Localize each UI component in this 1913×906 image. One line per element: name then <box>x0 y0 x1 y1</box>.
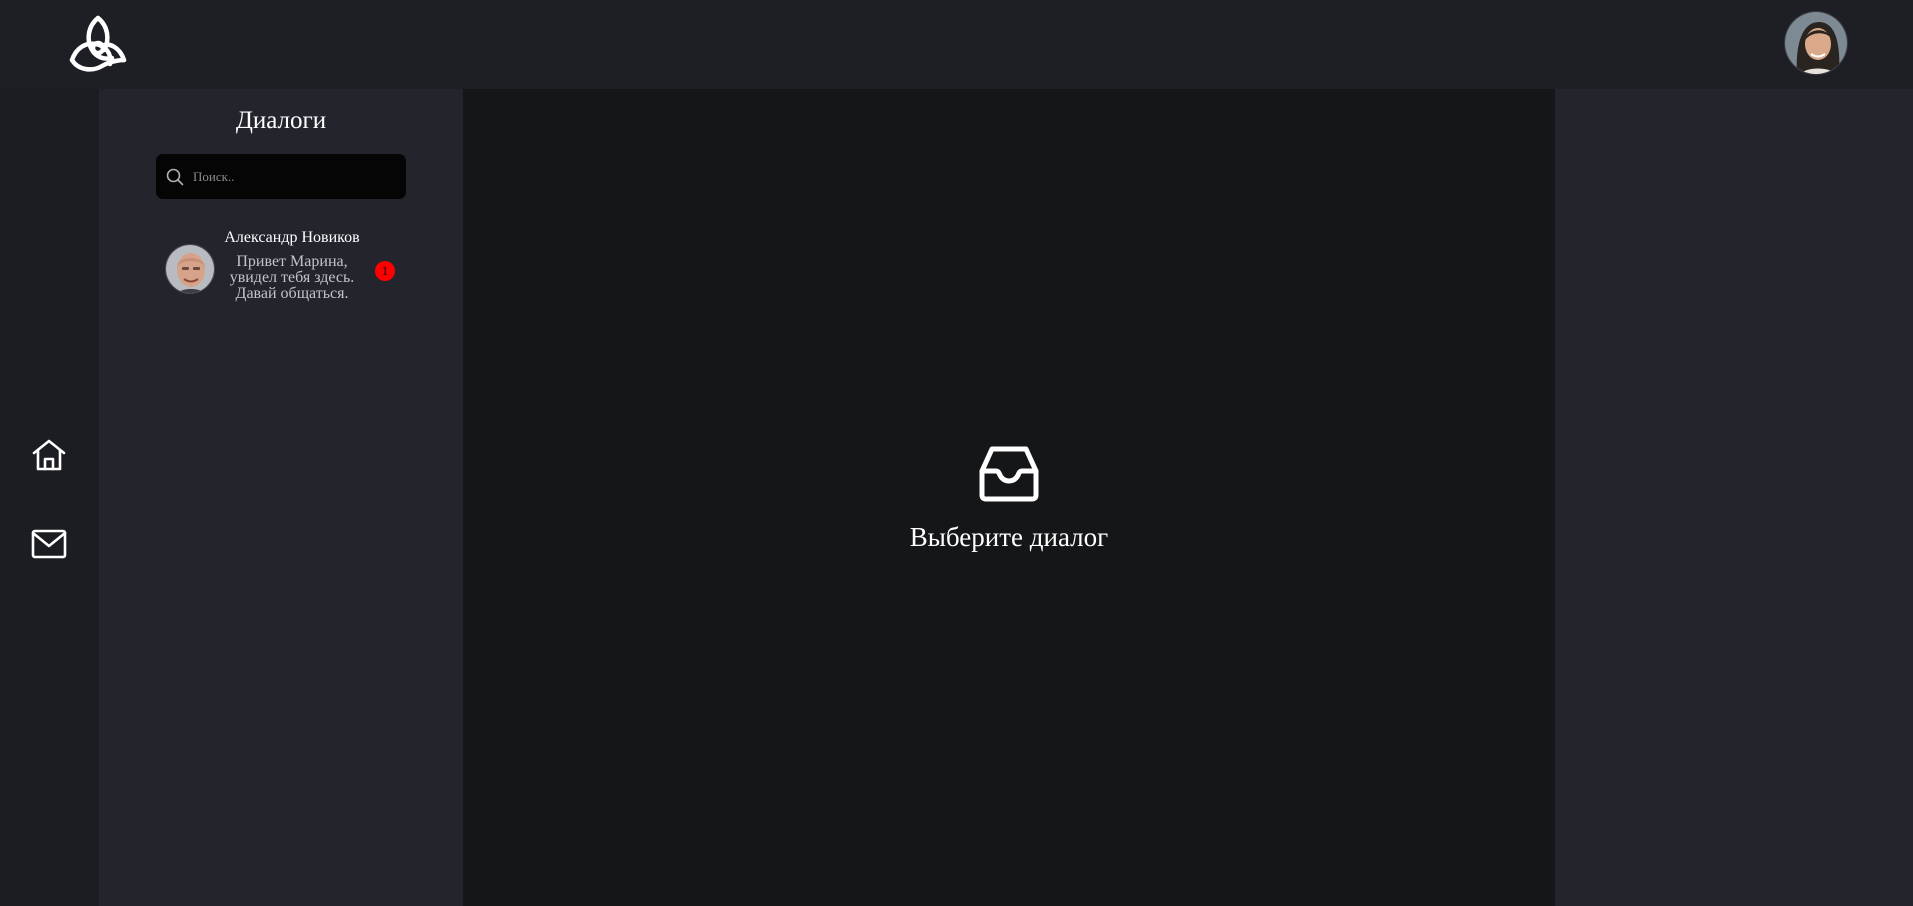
top-bar <box>0 0 1913 89</box>
empty-state: Выберите диалог <box>463 445 1555 553</box>
contact-avatar <box>165 244 215 294</box>
contact-name: Александр Новиков <box>224 229 360 246</box>
dialogs-panel: Диалоги Александр Новиков Привет Марина,… <box>99 89 463 906</box>
left-navigation <box>0 89 99 906</box>
dialogs-title: Диалоги <box>235 107 327 134</box>
dialog-list-item[interactable]: Александр Новиков Привет Марина, увидел … <box>156 229 406 309</box>
home-icon[interactable] <box>28 434 70 476</box>
conversation-area: Выберите диалог <box>463 89 1555 906</box>
message-preview: Привет Марина, увидел тебя здесь. Давай … <box>229 253 355 302</box>
inbox-icon <box>978 445 1040 503</box>
unread-badge: 1 <box>375 261 395 281</box>
user-avatar[interactable] <box>1784 11 1848 75</box>
mail-icon[interactable] <box>28 523 70 565</box>
right-panel <box>1555 89 1913 906</box>
empty-state-text: Выберите диалог <box>909 522 1109 552</box>
search-box[interactable] <box>156 154 406 199</box>
search-input[interactable] <box>185 154 406 199</box>
search-icon <box>165 167 185 187</box>
triquetra-logo-icon[interactable] <box>66 14 130 74</box>
